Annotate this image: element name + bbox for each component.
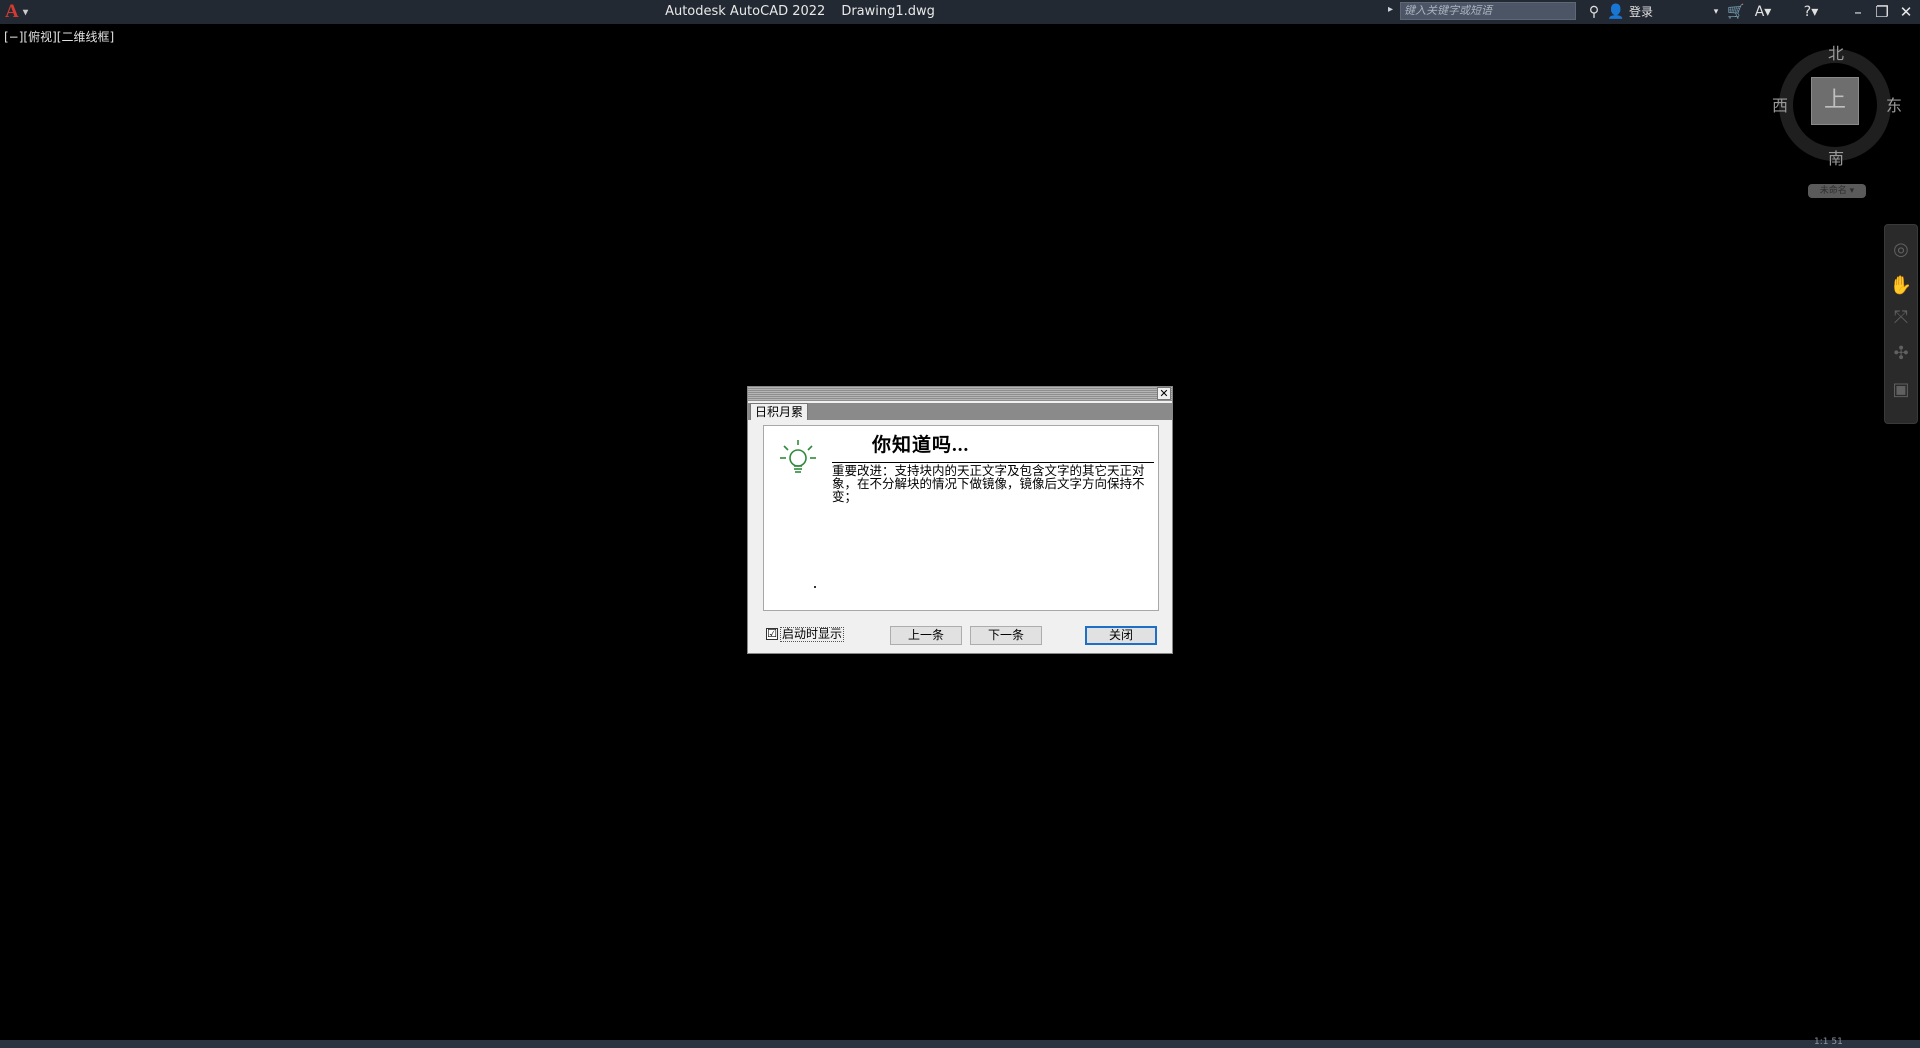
decorative-dot — [814, 586, 816, 588]
show-on-startup-label[interactable]: 启动时显示 — [780, 627, 845, 642]
viewcube[interactable]: 北 南 西 东 上 — [1770, 40, 1902, 170]
close-button[interactable]: 关闭 — [1085, 626, 1157, 645]
compass-north[interactable]: 北 — [1828, 40, 1844, 64]
compass-south[interactable]: 南 — [1828, 145, 1844, 169]
lightbulb-icon — [780, 440, 816, 473]
autodesk-app-icon[interactable]: A▾ — [1750, 1, 1776, 23]
showmotion-icon[interactable]: ▣ — [1885, 379, 1917, 400]
previous-tip-button[interactable]: 上一条 — [890, 626, 962, 645]
chevron-down-icon: ▾ — [23, 7, 29, 18]
document-name: Drawing1.dwg — [841, 4, 935, 19]
tab-tip-of-the-day[interactable]: 日积月累 — [750, 403, 809, 420]
search-icon[interactable]: ⚲ — [1584, 1, 1604, 23]
tip-heading: 你知道吗... — [872, 435, 970, 456]
viewport-controls-label[interactable]: [−][俯视][二维线框] — [4, 28, 114, 45]
search-input[interactable]: 键入关键字或短语 — [1400, 2, 1576, 20]
help-icon[interactable]: ?▾ — [1796, 1, 1826, 23]
next-tip-button[interactable]: 下一条 — [970, 626, 1042, 645]
user-icon[interactable]: 👤 — [1606, 1, 1626, 23]
compass-east[interactable]: 东 — [1886, 92, 1902, 116]
window-title: Autodesk AutoCAD 2022 Drawing1.dwg — [520, 0, 1080, 24]
wcs-menu-button[interactable]: 未命名 ▾ — [1808, 184, 1866, 198]
tip-body-text: 重要改进：支持块内的天正文字及包含文字的其它天正对象，在不分解块的情况下做镜像，… — [832, 463, 1145, 504]
navigation-bar: ◎ ✋ ⤧ ✣ ▣ — [1884, 224, 1918, 424]
steering-wheel-icon[interactable]: ◎ — [1885, 239, 1917, 260]
tip-content-panel: 你知道吗... 重要改进：支持块内的天正文字及包含文字的其它天正对象，在不分解块… — [763, 425, 1159, 611]
application-menu-button[interactable]: A ▾ — [5, 1, 29, 23]
close-window-button[interactable]: ✕ — [1892, 0, 1920, 24]
dialog-title-bar[interactable] — [748, 387, 1172, 401]
checkbox-box[interactable]: ☑ — [766, 628, 778, 640]
tip-of-the-day-dialog: ✕ 日积月累 你知道吗... 重要改进：支持块内的天正文字及包含文字的其它天正对… — [747, 386, 1173, 654]
title-bar: A ▾ Autodesk AutoCAD 2022 Drawing1.dwg ▸ 键… — [0, 0, 1920, 24]
compass-west[interactable]: 西 — [1772, 92, 1788, 116]
cart-icon[interactable]: 🛒 — [1726, 1, 1746, 23]
dialog-tab-strip — [748, 403, 1172, 420]
dialog-close-icon[interactable]: ✕ — [1157, 387, 1171, 400]
zoom-extents-icon[interactable]: ⤧ — [1885, 307, 1917, 328]
annotation-scale[interactable]: 1:1 51 — [1814, 1037, 1843, 1047]
chevron-down-icon[interactable]: ▾ — [1710, 1, 1722, 23]
status-bar: 1:1 51 — [0, 1037, 1920, 1048]
viewcube-top-face[interactable]: 上 — [1811, 77, 1859, 125]
search-expand-icon[interactable]: ▸ — [1388, 4, 1393, 15]
app-name: Autodesk AutoCAD 2022 — [665, 4, 826, 19]
pan-hand-icon[interactable]: ✋ — [1885, 275, 1917, 296]
orbit-icon[interactable]: ✣ — [1885, 343, 1917, 364]
login-button[interactable]: 登录 — [1626, 1, 1656, 23]
